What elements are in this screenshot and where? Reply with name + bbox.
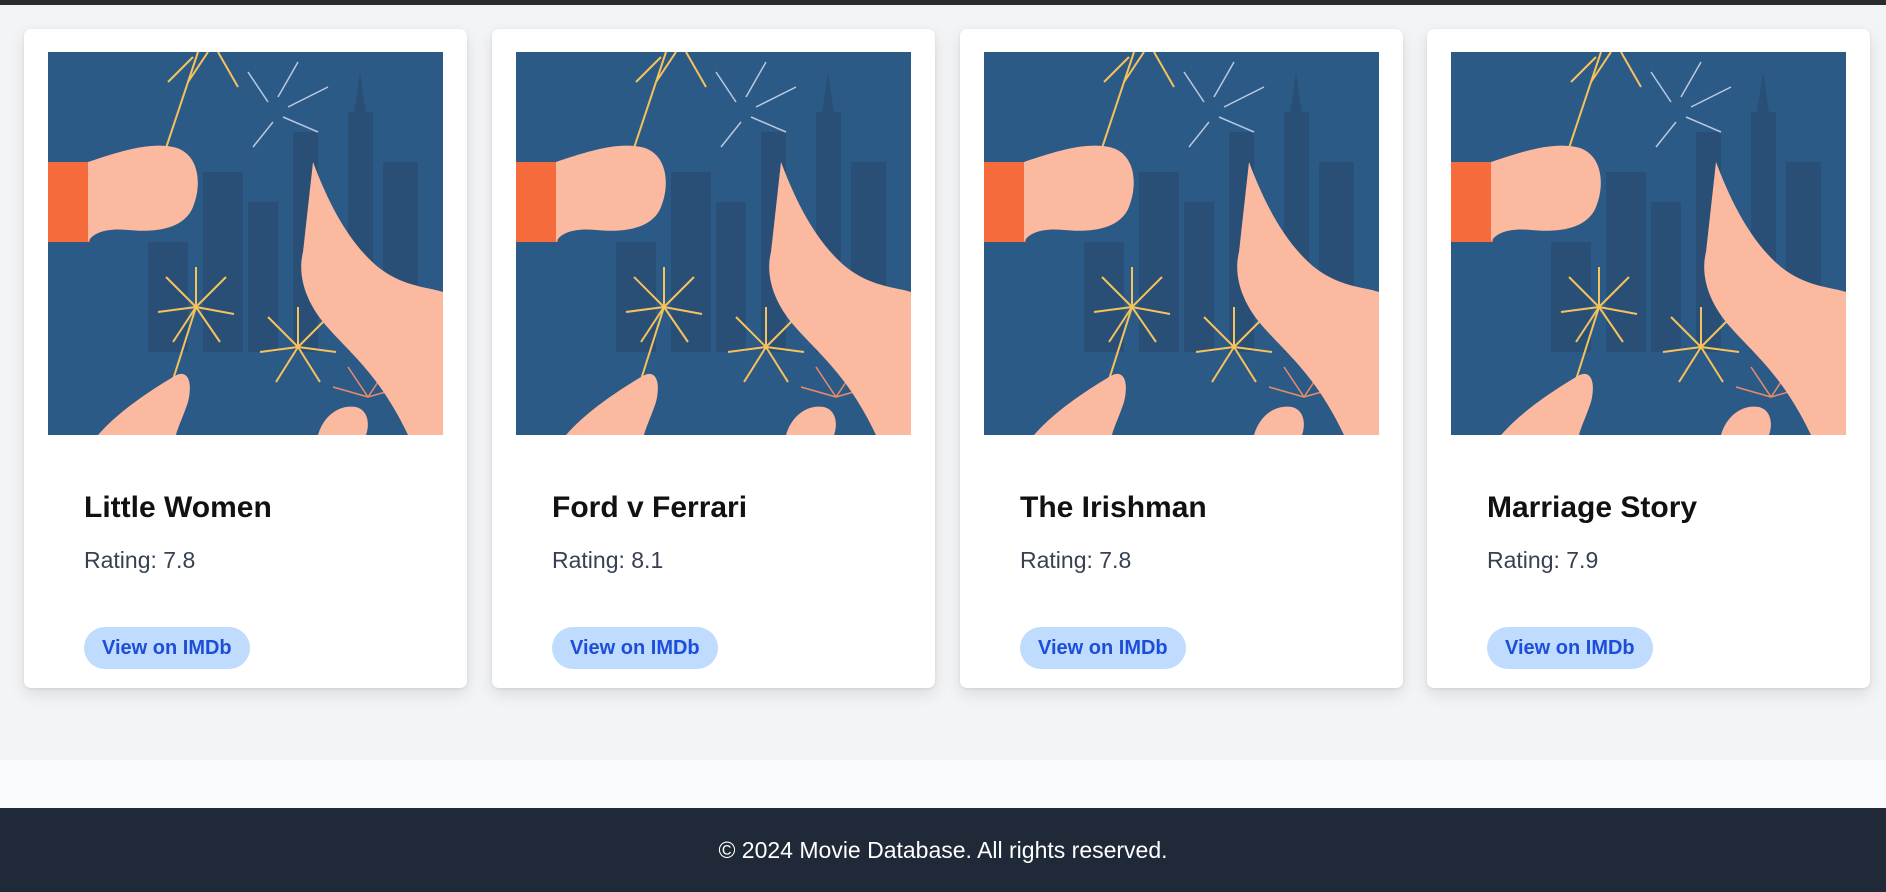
footer-copyright-text: © 2024 Movie Database. All rights reserv… <box>718 836 1168 863</box>
movie-rating: Rating: 8.1 <box>552 547 664 573</box>
view-on-imdb-button[interactable]: View on IMDb <box>1020 627 1186 669</box>
movie-title: The Irishman <box>1020 491 1207 524</box>
movie-title: Little Women <box>84 491 272 524</box>
movie-rating: Rating: 7.8 <box>84 547 196 573</box>
view-on-imdb-button[interactable]: View on IMDb <box>552 627 718 669</box>
movie-card: The Irishman Rating: 7.8 View on IMDb <box>960 29 1403 688</box>
movie-rating: Rating: 7.9 <box>1487 547 1599 573</box>
fireworks-poster-icon <box>48 52 443 435</box>
movie-card: Little Women Rating: 7.8 View on IMDb <box>24 29 467 688</box>
movie-title: Ford v Ferrari <box>552 491 748 524</box>
fireworks-poster-icon <box>516 52 911 435</box>
site-footer: © 2024 Movie Database. All rights reserv… <box>0 808 1886 892</box>
content-bottom-band <box>0 760 1886 808</box>
view-on-imdb-button[interactable]: View on IMDb <box>1487 627 1653 669</box>
movie-card: Marriage Story Rating: 7.9 View on IMDb <box>1427 29 1870 688</box>
movie-poster-image <box>48 52 443 435</box>
movie-rating: Rating: 7.8 <box>1020 547 1132 573</box>
movie-grid: Little Women Rating: 7.8 View on IMDb Fo… <box>0 0 1886 760</box>
movie-title: Marriage Story <box>1487 491 1698 524</box>
movie-poster-image <box>516 52 911 435</box>
movie-card: Ford v Ferrari Rating: 8.1 View on IMDb <box>492 29 935 688</box>
movie-poster-image <box>984 52 1379 435</box>
fireworks-poster-icon <box>984 52 1379 435</box>
fireworks-poster-icon <box>1451 52 1846 435</box>
movie-poster-image <box>1451 52 1846 435</box>
view-on-imdb-button[interactable]: View on IMDb <box>84 627 250 669</box>
